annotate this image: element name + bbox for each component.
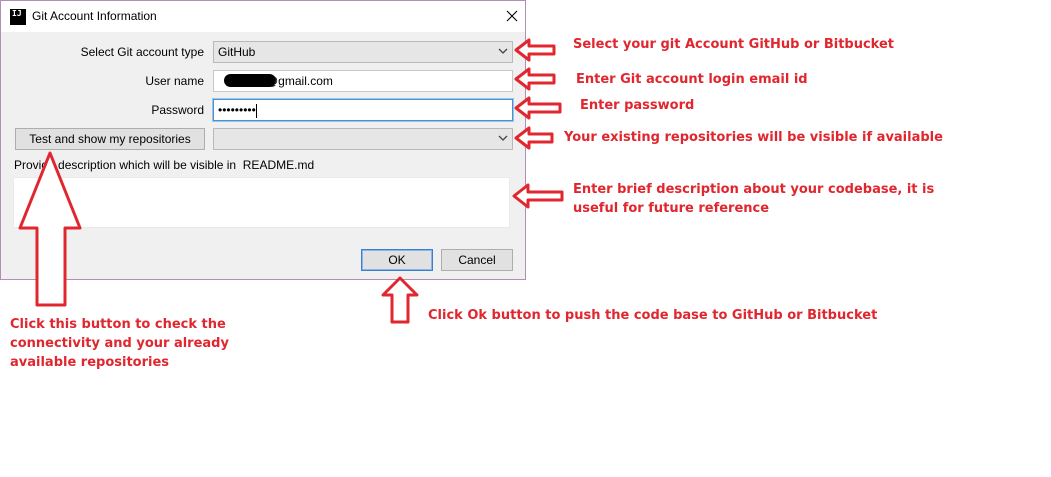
account-type-label: Select Git account type xyxy=(80,45,204,59)
red-arrow-icon xyxy=(514,96,562,120)
password-value: ••••••••• xyxy=(218,103,256,117)
annotation-test-line2: connectivity and your already xyxy=(10,336,229,351)
window-title: Git Account Information xyxy=(32,9,157,23)
ok-button[interactable]: OK xyxy=(361,249,433,271)
username-label: User name xyxy=(145,74,204,88)
annotation-description-line2: useful for future reference xyxy=(573,201,770,216)
red-arrow-icon xyxy=(512,183,564,209)
repositories-select[interactable] xyxy=(213,128,513,150)
red-arrow-icon xyxy=(514,38,556,62)
annotation-email: Enter Git account login email id xyxy=(576,72,808,87)
close-icon[interactable] xyxy=(499,5,525,27)
account-type-value: GitHub xyxy=(218,45,256,59)
annotation-description-line1: Enter brief description about your codeb… xyxy=(573,182,935,197)
password-label: Password xyxy=(151,103,204,117)
app-icon: IJ xyxy=(10,9,26,25)
cancel-button[interactable]: Cancel xyxy=(441,249,513,271)
annotation-repositories: Your existing repositories will be visib… xyxy=(564,130,943,145)
description-textarea[interactable] xyxy=(13,177,510,228)
title-bar: IJ Git Account Information xyxy=(1,1,525,32)
annotation-account-type: Select your git Account GitHub or Bitbuc… xyxy=(573,37,895,52)
chevron-down-icon xyxy=(498,48,508,54)
red-arrow-icon xyxy=(514,126,554,150)
red-arrow-icon xyxy=(381,276,419,324)
annotation-ok: Click Ok button to push the code base to… xyxy=(428,308,878,323)
account-type-select[interactable]: GitHub xyxy=(213,41,513,63)
text-cursor xyxy=(255,103,257,118)
red-arrow-icon xyxy=(18,151,82,307)
username-field[interactable]: @gmail.com xyxy=(213,70,513,92)
chevron-down-icon xyxy=(498,135,508,141)
password-field[interactable]: ••••••••• xyxy=(213,99,513,121)
annotation-test-line1: Click this button to check the xyxy=(10,317,226,332)
username-value: @gmail.com xyxy=(266,74,333,88)
red-arrow-icon xyxy=(514,67,556,91)
annotation-test-line3: available repositories xyxy=(10,355,170,370)
annotation-password: Enter password xyxy=(580,98,695,113)
annotation-description: Enter brief description about your codeb… xyxy=(573,180,934,218)
annotation-test-button: Click this button to check the connectiv… xyxy=(10,315,229,372)
test-repositories-button[interactable]: Test and show my repositories xyxy=(15,128,205,150)
